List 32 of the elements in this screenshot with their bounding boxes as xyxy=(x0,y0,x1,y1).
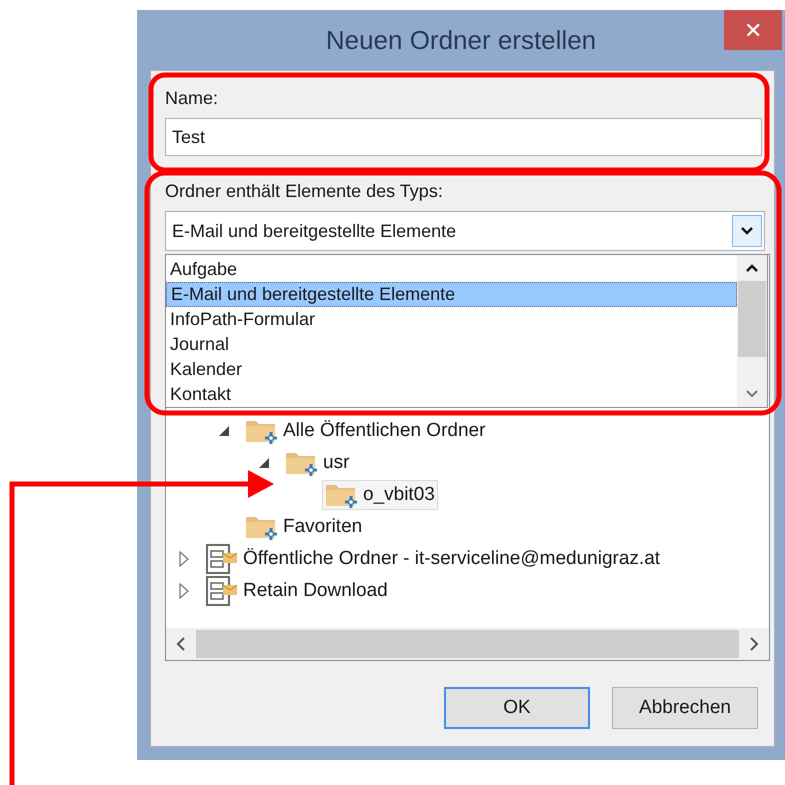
tree-item[interactable]: Alle Öffentlichen Ordner xyxy=(242,416,488,446)
chevron-down-icon xyxy=(740,226,754,236)
name-field[interactable]: Test xyxy=(165,118,762,156)
type-label: Ordner enthält Elemente des Typs: xyxy=(165,180,444,203)
option-item[interactable]: E-Mail und bereitgestellte Elemente xyxy=(166,282,737,307)
tree-item[interactable]: o_vbit03 xyxy=(322,480,438,510)
dropdown-toggle[interactable] xyxy=(732,215,762,247)
dialog-button[interactable]: Abbrechen xyxy=(612,687,758,729)
scrollbar-thumb[interactable] xyxy=(196,630,739,658)
expanded-triangle-icon[interactable] xyxy=(218,425,230,437)
option-item[interactable]: Kalender xyxy=(166,357,737,382)
scrollbar-thumb[interactable] xyxy=(738,281,766,357)
option-item[interactable]: Aufgabe xyxy=(166,257,737,282)
close-button[interactable]: ✕ xyxy=(724,10,782,50)
option-item[interactable]: Journal xyxy=(166,332,737,357)
option-item[interactable]: InfoPath-Formular xyxy=(166,307,737,332)
dialog-button[interactable]: OK xyxy=(444,687,590,729)
window-title: Neuen Ordner erstellen xyxy=(326,24,596,56)
tree-item[interactable]: Öffentliche Ordner - it-serviceline@medunigraz.at xyxy=(202,544,664,574)
expanded-triangle-icon[interactable] xyxy=(258,457,270,469)
vertical-scrollbar[interactable] xyxy=(737,255,767,407)
cabinet-icon xyxy=(205,543,239,575)
type-dropdown[interactable]: E-Mail und bereitgestellte Elemente xyxy=(165,211,765,251)
name-label: Name: xyxy=(165,87,220,110)
horizontal-scrollbar[interactable] xyxy=(166,628,769,660)
collapsed-triangle-icon[interactable] xyxy=(178,583,190,599)
option-item[interactable]: Kontakt xyxy=(166,382,737,407)
tree-item[interactable]: usr xyxy=(282,448,352,478)
cabinet-icon xyxy=(205,575,239,607)
tree-item[interactable]: Retain Download xyxy=(202,576,391,606)
tree-item[interactable]: Favoriten xyxy=(242,512,366,542)
collapsed-triangle-icon[interactable] xyxy=(178,551,190,567)
